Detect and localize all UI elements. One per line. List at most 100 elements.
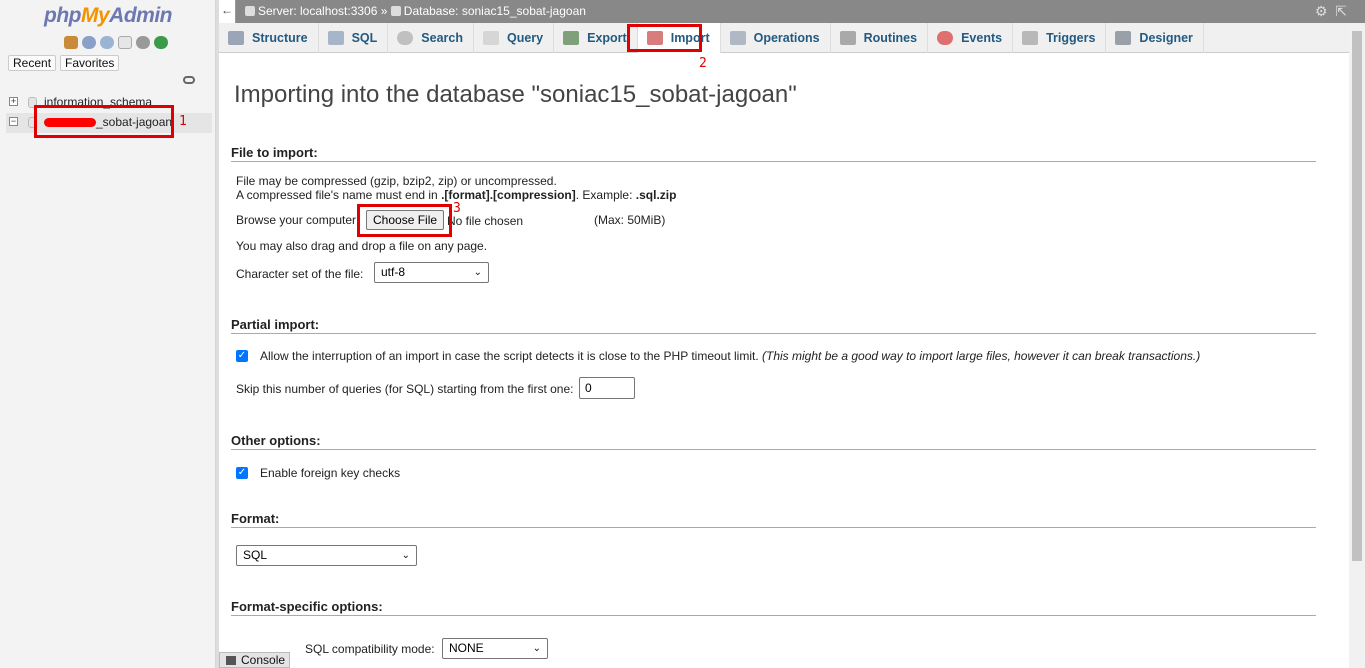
export-icon	[563, 31, 580, 45]
tab-structure[interactable]: Structure	[219, 23, 319, 53]
tab-label: Routines	[863, 31, 918, 45]
main-scrollbar[interactable]	[1349, 23, 1365, 668]
tab-label: Operations	[753, 31, 820, 45]
sql-icon	[327, 31, 344, 45]
compression-format-info: A compressed file's name must end in .[f…	[236, 188, 676, 202]
events-icon	[937, 31, 954, 45]
format-select[interactable]: SQL ⌄	[236, 545, 417, 566]
logo-php: php	[44, 4, 81, 27]
nav-icon-bar	[64, 36, 168, 50]
tab-label: Triggers	[1046, 31, 1096, 45]
link-icon[interactable]	[183, 76, 195, 84]
annotation-box-2	[627, 24, 702, 52]
console-icon	[226, 656, 236, 665]
search-icon	[397, 31, 414, 45]
page-title: Importing into the database "soniac15_so…	[234, 81, 797, 108]
breadcrumb-server[interactable]: Server: localhost:3306	[258, 4, 377, 18]
gear-icon[interactable]: ⚙	[1315, 3, 1328, 19]
collapse-nav-button[interactable]: ←	[219, 0, 236, 23]
logo-admin: Admin	[109, 4, 172, 27]
database-icon	[390, 6, 401, 16]
minimize-icon[interactable]: ⇱	[1335, 3, 1347, 19]
tab-label: Events	[961, 31, 1003, 45]
recent-button[interactable]: Recent	[8, 55, 57, 71]
compat-mode-label: SQL compatibility mode:	[305, 642, 435, 656]
tab-export[interactable]: Export	[554, 23, 638, 53]
charset-select[interactable]: utf-8 ⌄	[374, 262, 489, 283]
allow-interrupt-checkbox[interactable]: ✓	[236, 350, 248, 362]
tab-sql[interactable]: SQL	[319, 23, 389, 53]
tab-label: Search	[421, 31, 463, 45]
drag-drop-hint: You may also drag and drop a file on any…	[236, 239, 488, 253]
navigation-panel: phpMyAdmin Recent Favorites + informatio…	[0, 0, 216, 668]
charset-label: Character set of the file:	[236, 267, 364, 281]
annotation-box-3	[357, 204, 452, 237]
allow-interrupt-text: Allow the interruption of an import in c…	[260, 349, 759, 363]
browse-label: Browse your computer:	[236, 213, 360, 227]
format-heading: Format:	[231, 511, 1316, 528]
breadcrumb-database[interactable]: Database: soniac15_sobat-jagoan	[404, 4, 586, 18]
allow-interrupt-note: (This might be a good way to import larg…	[762, 349, 1201, 363]
tab-query[interactable]: Query	[474, 23, 555, 53]
tab-label: Query	[506, 31, 544, 45]
query-icon	[482, 31, 499, 45]
logo-my: My	[80, 4, 110, 27]
expand-icon[interactable]: +	[9, 97, 18, 106]
designer-icon	[1115, 31, 1132, 45]
tab-search[interactable]: Search	[388, 23, 474, 53]
help-icon[interactable]	[100, 36, 114, 49]
other-options-heading: Other options:	[231, 433, 1316, 450]
logout-icon[interactable]	[82, 36, 96, 49]
scrollbar-thumb[interactable]	[1352, 31, 1362, 561]
docs-icon[interactable]	[118, 36, 132, 49]
no-file-chosen: No file chosen	[447, 214, 524, 228]
phpmyadmin-logo[interactable]: phpMyAdmin	[0, 4, 216, 28]
home-icon[interactable]	[64, 36, 78, 49]
tab-routines[interactable]: Routines	[831, 23, 929, 53]
skip-queries-label: Skip this number of queries (for SQL) st…	[236, 382, 574, 396]
server-icon	[245, 6, 255, 16]
skip-queries-input[interactable]: 0	[579, 377, 635, 399]
operations-icon	[729, 31, 746, 45]
annotation-number-1: 1	[179, 114, 187, 129]
tab-events[interactable]: Events	[928, 23, 1014, 53]
tab-operations[interactable]: Operations	[721, 23, 831, 53]
tab-triggers[interactable]: Triggers	[1013, 23, 1107, 53]
breadcrumb: Server: localhost:3306 » Database: sonia…	[245, 0, 586, 23]
annotation-box-1	[34, 105, 174, 138]
file-to-import-heading: File to import:	[231, 145, 1316, 162]
chevron-down-icon: ⌄	[401, 550, 410, 561]
chevron-down-icon: ⌄	[532, 643, 541, 654]
reload-icon[interactable]	[154, 36, 168, 49]
tab-bar: Structure SQL Search Query Export Import…	[219, 23, 1365, 53]
format-info-text: A compressed file's name must end in	[236, 188, 442, 202]
console-tab[interactable]: Console	[219, 652, 290, 668]
tab-label: Structure	[252, 31, 308, 45]
settings-icon[interactable]	[136, 36, 150, 49]
routines-icon	[839, 31, 856, 45]
tab-label: Export	[587, 31, 627, 45]
foreign-key-label: Enable foreign key checks	[260, 466, 401, 480]
main-content: Importing into the database "soniac15_so…	[219, 53, 1349, 668]
format-info-text: . Example:	[575, 188, 636, 202]
format-specific-heading: Format-specific options:	[231, 599, 1316, 616]
tab-designer[interactable]: Designer	[1106, 23, 1204, 53]
max-size: (Max: 50MiB)	[594, 213, 666, 227]
chevron-down-icon: ⌄	[473, 267, 482, 278]
charset-value: utf-8	[381, 265, 406, 279]
triggers-icon	[1022, 31, 1039, 45]
partial-import-heading: Partial import:	[231, 317, 1316, 334]
tab-label: Designer	[1139, 31, 1193, 45]
structure-icon	[228, 31, 244, 45]
collapse-icon[interactable]: −	[9, 117, 18, 126]
favorites-button[interactable]: Favorites	[60, 55, 120, 71]
server-breadcrumb-bar: ← Server: localhost:3306 » Database: son…	[219, 0, 1365, 23]
format-value: SQL	[243, 548, 268, 562]
tab-label: SQL	[351, 31, 378, 45]
allow-interrupt-label: Allow the interruption of an import in c…	[260, 349, 1200, 363]
compat-mode-select[interactable]: NONE ⌄	[442, 638, 548, 659]
topbar-actions: ⚙ ⇱	[1315, 0, 1347, 23]
recent-favorites: Recent Favorites	[8, 55, 120, 71]
foreign-key-checkbox[interactable]: ✓	[236, 467, 248, 479]
format-example: .sql.zip	[635, 188, 677, 202]
